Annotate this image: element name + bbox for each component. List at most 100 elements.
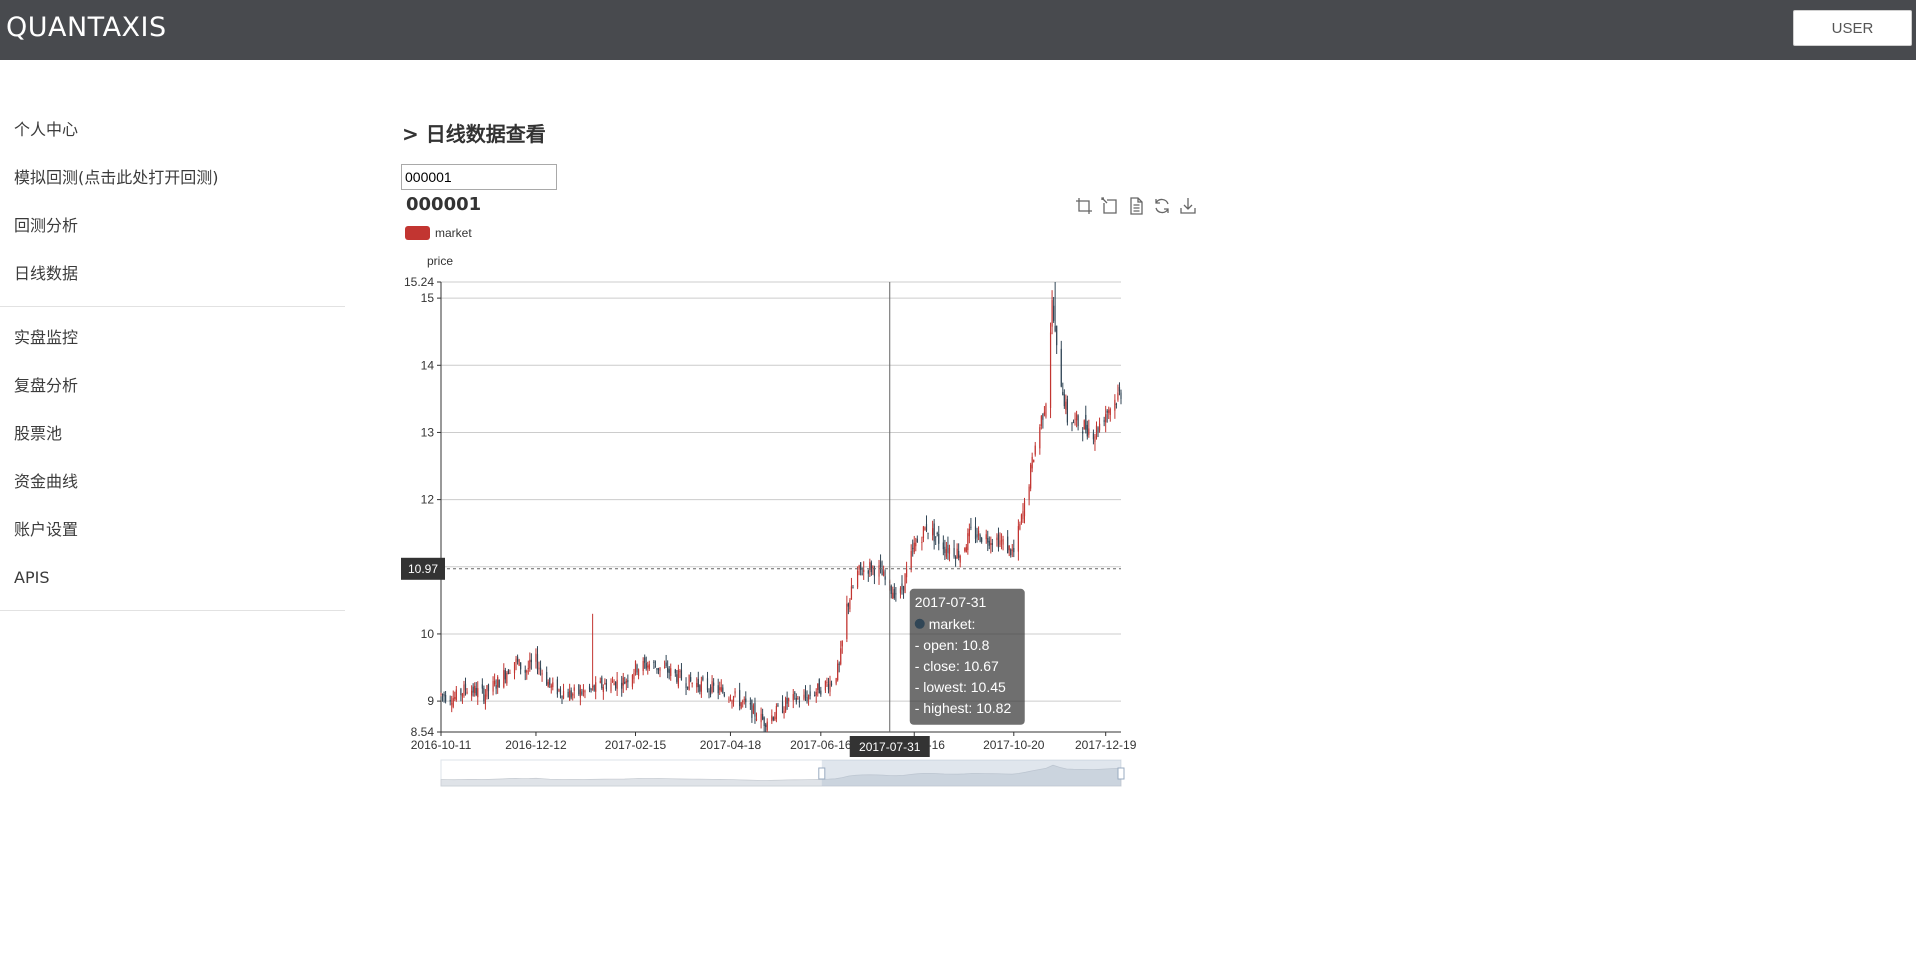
datazoom-handle-end[interactable] [1117, 767, 1125, 780]
candle-body [932, 528, 934, 536]
candle-body [861, 573, 863, 575]
candle-body [749, 703, 751, 705]
candlestick-chart[interactable]: price8.54910111213141515.242016-10-11201… [400, 240, 1160, 800]
sidebar-item-apis[interactable]: APIS [0, 556, 345, 604]
candle-body [1000, 540, 1003, 542]
candle-body [775, 706, 778, 720]
candle-body [466, 691, 468, 694]
candle-body [922, 526, 925, 538]
zoom-reset-icon[interactable] [1100, 196, 1120, 216]
sidebar-divider [0, 306, 345, 307]
candle-body [581, 691, 583, 695]
candle-body [863, 569, 865, 573]
candle-body [784, 698, 787, 712]
candle-body [976, 534, 978, 538]
candle-body [506, 672, 508, 684]
candle-body [820, 690, 822, 695]
data-view-icon[interactable] [1126, 196, 1146, 216]
datazoom-selection[interactable] [821, 760, 1121, 786]
candle-body [449, 700, 451, 702]
candle-body [1071, 422, 1073, 425]
candle-body [696, 682, 698, 688]
tooltip-date: 2017-07-31 [915, 594, 987, 610]
candle-body [642, 661, 644, 672]
candle-body [605, 683, 608, 690]
candle-body [1120, 392, 1122, 399]
download-icon[interactable] [1178, 196, 1198, 216]
sidebar-item-backtest-analysis[interactable]: 回测分析 [0, 204, 345, 252]
y-tick-label: 10 [421, 627, 435, 641]
candle-body [786, 697, 788, 704]
tooltip-series-name: market: [929, 616, 976, 632]
candle-body [691, 683, 693, 685]
candle-body [959, 555, 961, 563]
sidebar-item-live-monitor[interactable]: 实盘监控 [0, 316, 345, 364]
candle-body [604, 682, 606, 685]
sidebar-item-personal-center[interactable]: 个人中心 [0, 108, 345, 156]
brand-logo[interactable]: QUANTAXIS [6, 12, 167, 43]
y-axis-name: price [427, 254, 453, 268]
candle-body [826, 682, 828, 684]
candle-body [1039, 427, 1041, 449]
sidebar-item-daily-data[interactable]: 日线数据 [0, 252, 345, 300]
sidebar-item-review-analysis[interactable]: 复盘分析 [0, 364, 345, 412]
candle-body [1088, 428, 1090, 435]
candle-body [974, 526, 977, 539]
candle-body [567, 691, 569, 698]
candle-body [460, 689, 462, 696]
candle-body [838, 663, 840, 665]
candle-body [677, 669, 679, 687]
candle-body [990, 543, 992, 545]
candle-body [539, 667, 542, 670]
candle-body [1008, 545, 1010, 551]
x-tick-label: 2017-02-15 [605, 738, 667, 752]
candle-body [766, 721, 768, 731]
candle-body [1043, 411, 1046, 415]
candle-body [899, 588, 902, 594]
candle-body [1117, 392, 1119, 400]
candle-body [935, 536, 937, 538]
stock-code-input[interactable] [401, 164, 557, 190]
candle-body [688, 674, 690, 691]
user-button[interactable]: USER [1793, 10, 1912, 46]
candle-body [622, 677, 624, 686]
candle-body [1002, 539, 1004, 545]
sidebar-item-account-settings[interactable]: 账户设置 [0, 508, 345, 556]
candle-body [547, 681, 549, 688]
candle-body [924, 527, 926, 531]
candle-body [595, 682, 597, 692]
candle-body [633, 672, 635, 680]
candle-body [797, 698, 799, 700]
candle-body [535, 653, 537, 662]
zoom-select-icon[interactable] [1074, 196, 1094, 216]
candle-body [690, 677, 692, 682]
sidebar-item-stock-pool[interactable]: 股票池 [0, 412, 345, 460]
candle-body [879, 561, 882, 567]
candle-body [1106, 410, 1108, 413]
candle-body [1033, 459, 1035, 463]
refresh-icon[interactable] [1152, 196, 1172, 216]
sidebar-item-equity-curve[interactable]: 资金曲线 [0, 460, 345, 508]
candle-body [1063, 394, 1065, 407]
candle-body [835, 678, 837, 684]
candle-body [481, 684, 483, 689]
candle-body [815, 691, 817, 696]
candle-body [699, 685, 701, 692]
candle-body [881, 569, 883, 576]
candle-body [840, 648, 842, 665]
candle-body [487, 684, 490, 692]
candle-body [905, 568, 908, 578]
candle-body [760, 713, 762, 723]
candle-body [781, 701, 784, 713]
datazoom-handle-start[interactable] [818, 767, 826, 780]
candle-body [708, 690, 710, 692]
candle-body [965, 546, 967, 553]
candle-body [627, 680, 629, 683]
candle-body [968, 528, 970, 537]
candle-body [777, 704, 779, 706]
candle-body [1065, 401, 1067, 410]
sidebar-item-simulated-backtest[interactable]: 模拟回测(点击此处打开回测) [0, 156, 345, 204]
candle-body [584, 690, 586, 693]
candle-body [559, 689, 562, 695]
candle-body [527, 668, 529, 670]
